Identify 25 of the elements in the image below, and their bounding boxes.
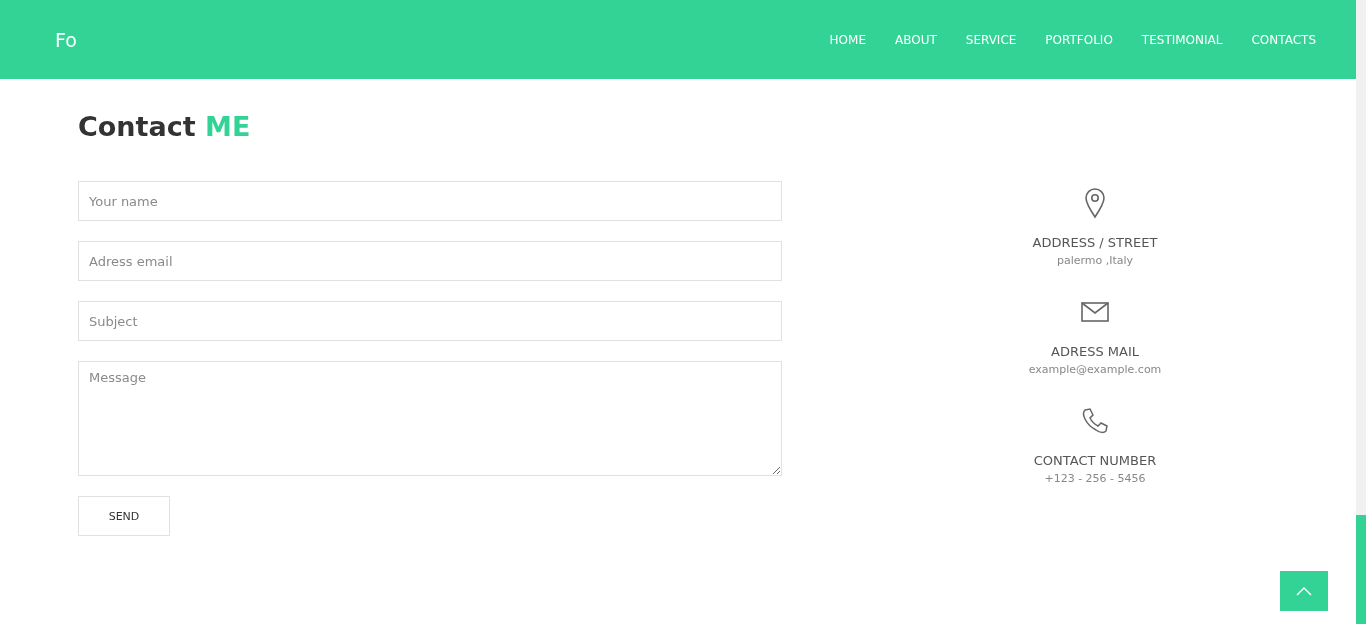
send-button[interactable]: SEND: [78, 496, 170, 536]
nav-link[interactable]: SERVICE: [965, 32, 1017, 47]
contact-detail: +123 - 256 - 5456: [1044, 472, 1146, 485]
contact-detail: palermo ,Italy: [1056, 254, 1134, 267]
nav-link[interactable]: TESTIMONIAL: [1141, 32, 1223, 47]
input-field[interactable]: Adress email: [78, 241, 782, 281]
nav-link[interactable]: HOME: [829, 32, 866, 47]
phone-icon: [1081, 407, 1109, 435]
contact-title: ADDRESS / STREET: [1032, 235, 1158, 250]
contact-detail: example@example.com: [1028, 363, 1162, 376]
chevron-up-icon: [1296, 586, 1312, 596]
envelope-icon: [1081, 302, 1109, 322]
location-pin-icon: [1084, 187, 1106, 219]
contact-title: ADRESS MAIL: [1051, 344, 1139, 359]
input-field[interactable]: Subject: [78, 301, 782, 341]
message-field[interactable]: Message: [78, 361, 782, 476]
input-field[interactable]: Your name: [78, 181, 782, 221]
nav-link[interactable]: ABOUT: [894, 32, 937, 47]
nav-link[interactable]: PORTFOLIO: [1045, 32, 1113, 47]
scroll-to-top-button[interactable]: [1280, 571, 1328, 611]
scrollbar[interactable]: [1356, 0, 1366, 624]
contact-title: CONTACT NUMBER: [1033, 453, 1157, 468]
section-heading: Contact ME: [78, 111, 252, 143]
nav-link[interactable]: CONTACTS: [1251, 32, 1316, 47]
logo[interactable]: Fo: [55, 28, 77, 51]
